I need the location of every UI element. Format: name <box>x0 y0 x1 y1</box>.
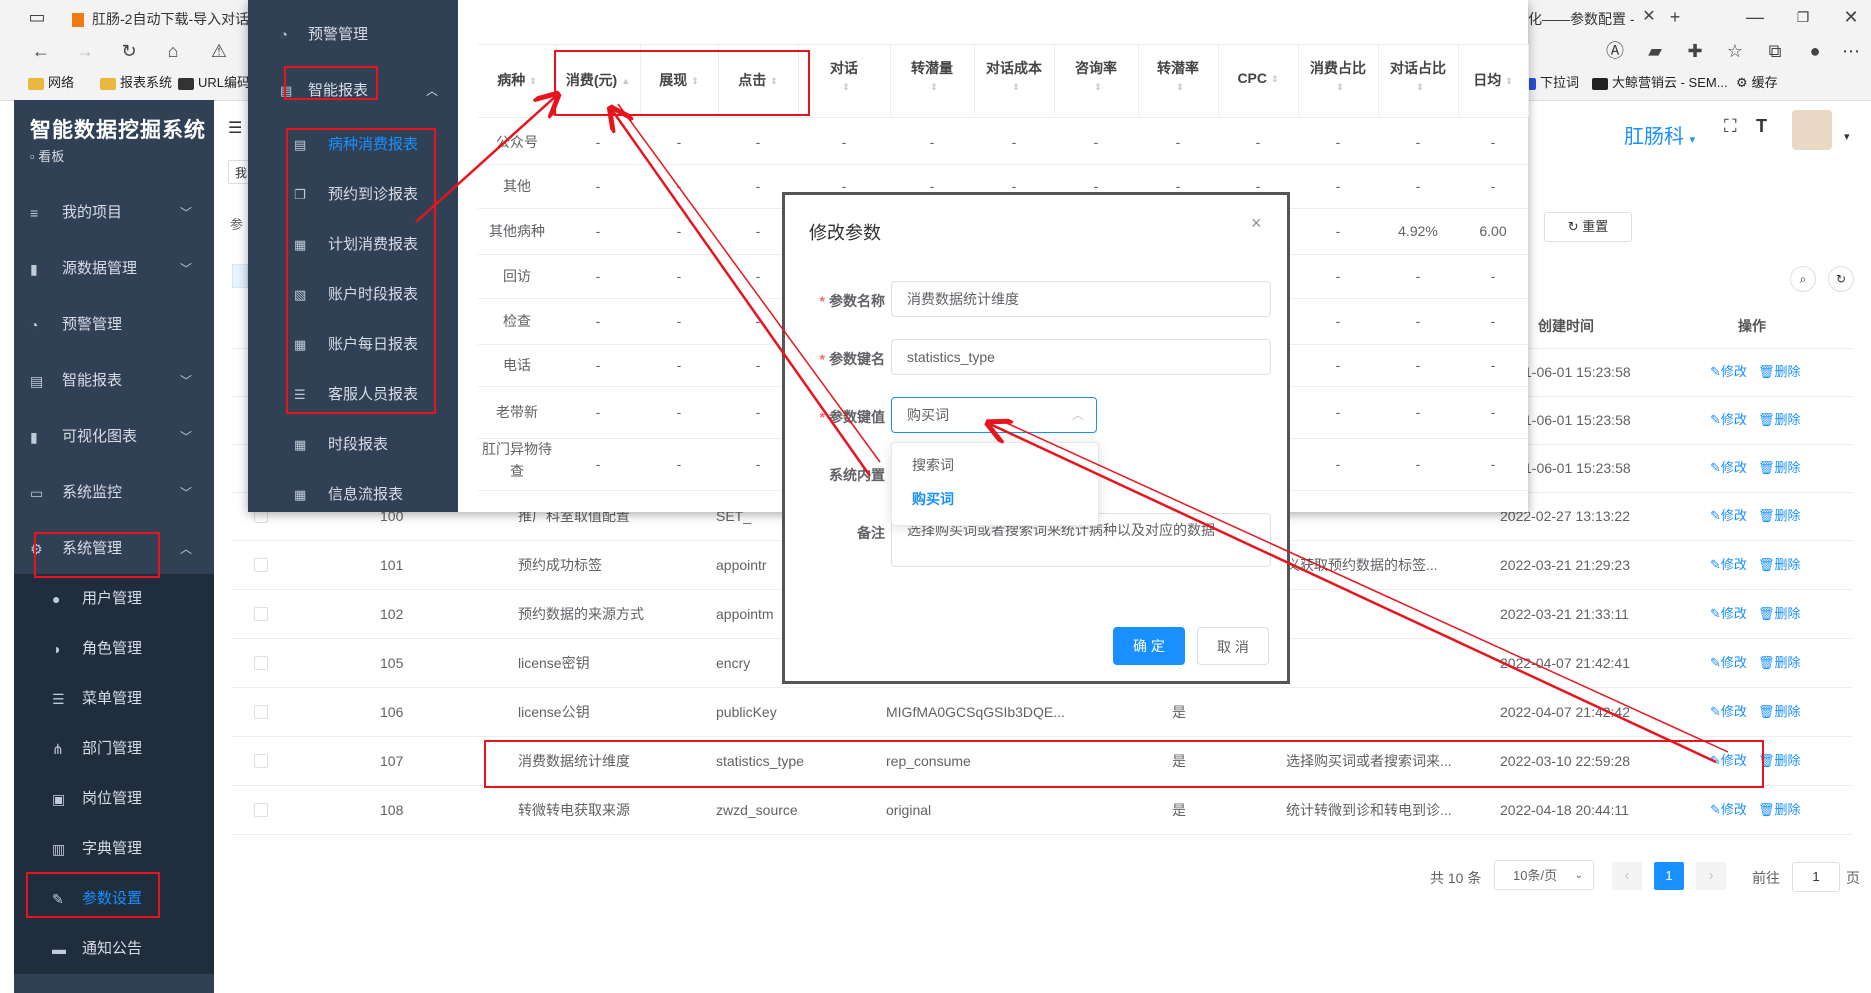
arrow-row-to-select-a <box>990 424 1717 764</box>
arrow-row-to-select-b <box>999 419 1729 753</box>
annotation-arrows <box>415 0 1729 764</box>
arrow-dialog-to-columns-b <box>617 103 881 463</box>
arrow-menu-to-columns <box>415 96 556 223</box>
arrow-dialog-to-columns-a <box>612 110 872 477</box>
